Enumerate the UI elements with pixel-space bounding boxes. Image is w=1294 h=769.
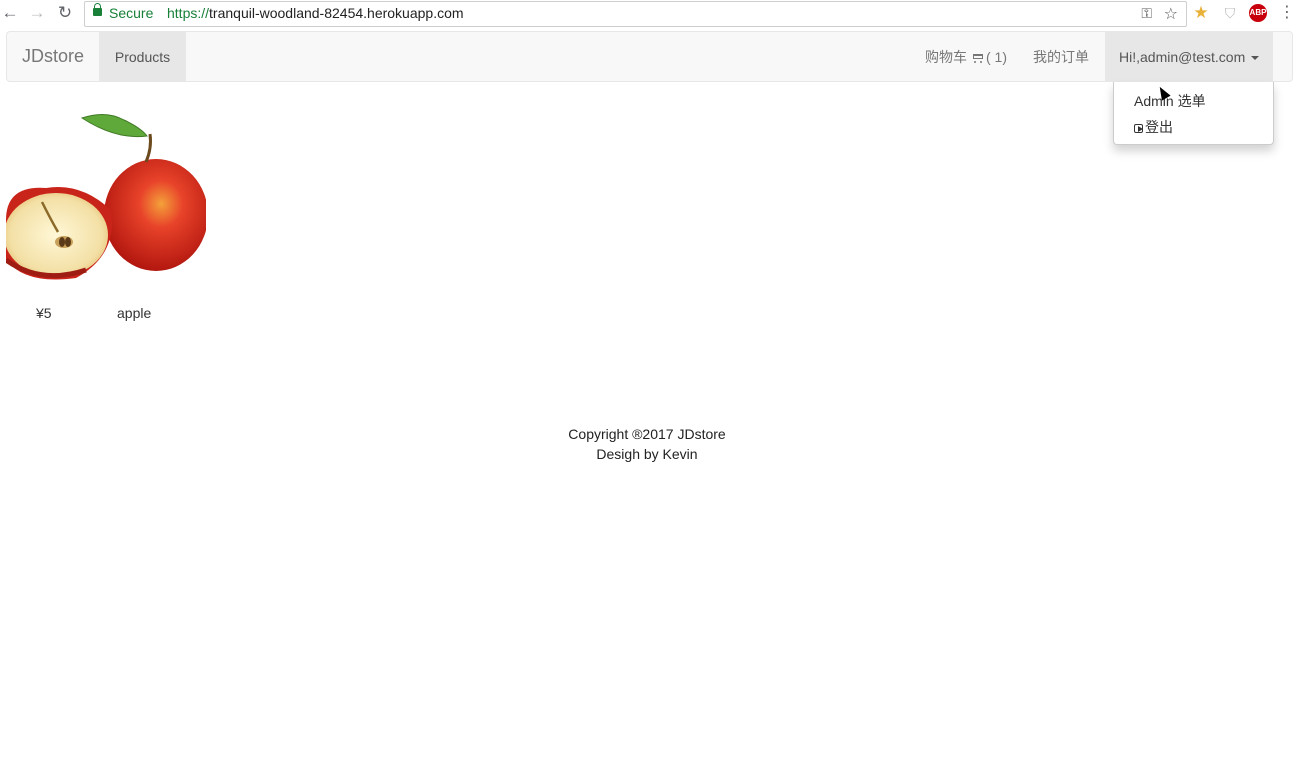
bookmark-star-icon[interactable]: ☆	[1164, 4, 1178, 24]
reload-icon[interactable]: ↻	[55, 3, 75, 23]
half-apple-icon	[6, 193, 108, 277]
footer-design-credit: Desigh by Kevin	[596, 446, 698, 462]
key-icon[interactable]: ⚿	[1141, 5, 1152, 22]
secure-label: Secure	[109, 5, 154, 21]
caret-down-icon	[1251, 56, 1260, 60]
brand-link[interactable]: JDstore	[22, 46, 84, 67]
favorites-star-icon[interactable]: ★	[1192, 4, 1210, 22]
user-greeting: Hi!,admin@test.com	[1119, 49, 1246, 65]
product-name[interactable]: apple	[117, 305, 151, 321]
shopping-cart-icon	[971, 53, 985, 63]
lock-icon	[93, 3, 102, 16]
cart-label: 购物车	[925, 49, 967, 65]
address-bar[interactable]: Secure https://tranquil-woodland-82454.h…	[84, 1, 1187, 27]
forward-arrow-icon[interactable]: →	[27, 3, 47, 23]
nav-products-label: Products	[114, 49, 171, 65]
product-image[interactable]	[6, 110, 206, 290]
nav-products[interactable]: Products	[99, 32, 186, 82]
adblock-icon[interactable]: ABP	[1249, 4, 1267, 22]
menu-item-sign-out[interactable]: 登出	[1134, 117, 1173, 137]
nav-cart[interactable]: 购物车 ( 1)	[925, 32, 1007, 82]
whole-apple-icon	[104, 159, 206, 271]
leaf-icon	[80, 114, 148, 138]
user-dropdown-toggle[interactable]: Hi!,admin@test.com	[1105, 32, 1273, 82]
navbar: JDstore Products 购物车 ( 1) 我的订单 Hi!,admin@…	[6, 31, 1293, 82]
footer-copyright: Copyright ®2017 JDstore	[568, 426, 726, 442]
user-dropdown-menu: Admin 选单 登出	[1113, 82, 1274, 145]
nav-my-orders[interactable]: 我的订单	[1033, 32, 1089, 82]
url-text[interactable]: https://tranquil-woodland-82454.herokuap…	[167, 5, 464, 21]
footer: Copyright ®2017 JDstore Desigh by Kevin	[0, 424, 1294, 464]
browser-toolbar: ← → ↻ Secure https://tranquil-woodland-8…	[0, 0, 1294, 28]
menu-item-sign-out-label: 登出	[1145, 119, 1173, 135]
shield-icon[interactable]: ⛉	[1221, 4, 1239, 22]
product-price: ¥5	[36, 305, 52, 321]
browser-menu-icon[interactable]: ⋮	[1278, 4, 1294, 22]
nav-orders-label: 我的订单	[1033, 49, 1089, 65]
url-host: tranquil-woodland-82454.herokuapp.com	[209, 5, 464, 21]
url-scheme: https://	[167, 5, 210, 21]
back-arrow-icon[interactable]: ←	[0, 3, 20, 23]
sign-out-icon	[1134, 124, 1143, 133]
cart-count: ( 1)	[986, 49, 1007, 65]
